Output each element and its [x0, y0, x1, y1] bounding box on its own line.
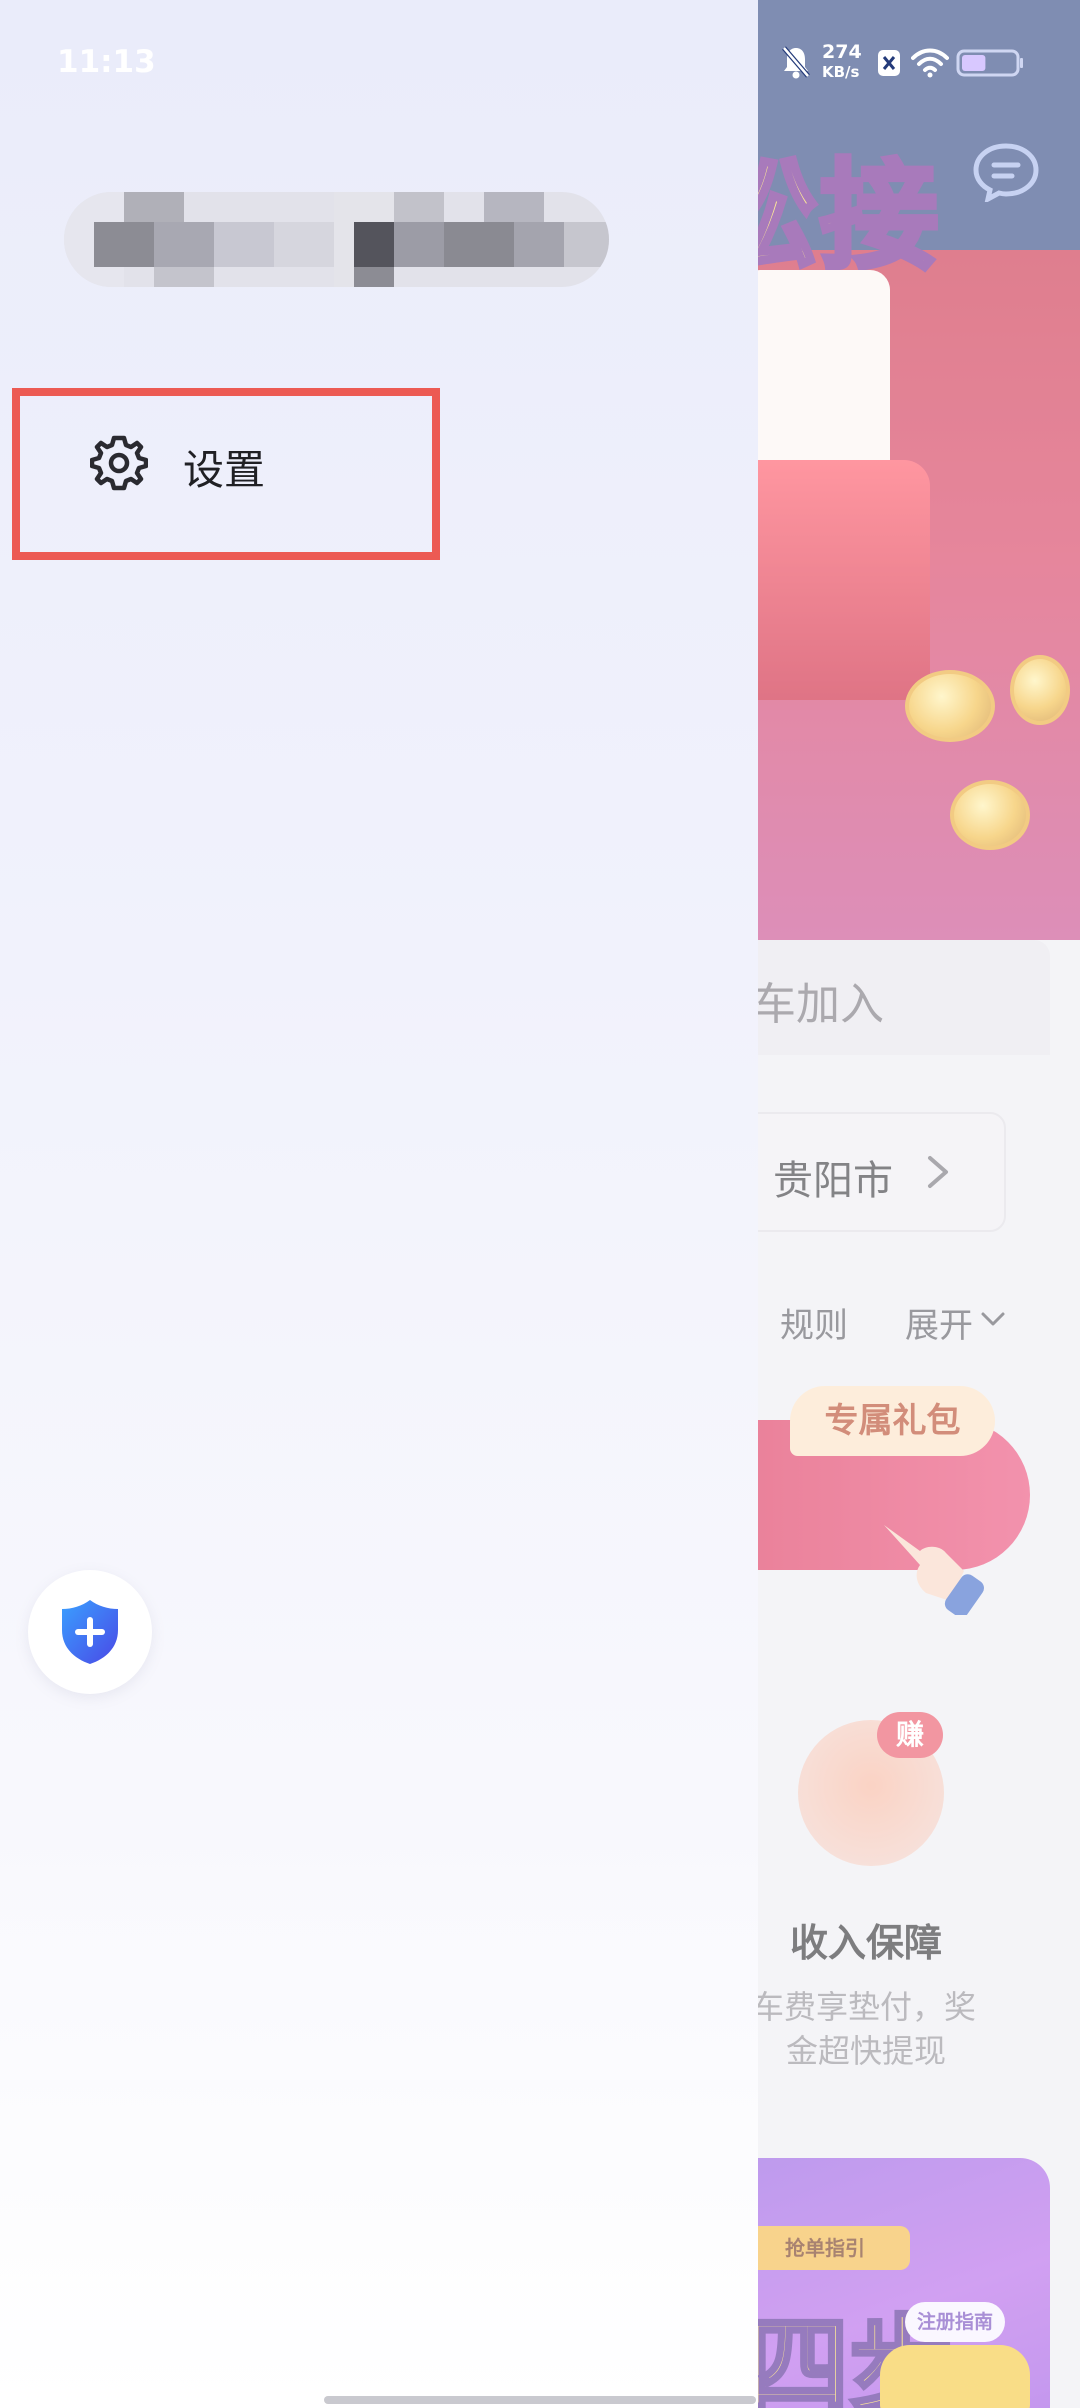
battery-icon — [956, 49, 1023, 77]
sim-x-icon — [878, 50, 900, 76]
status-time: 11:13 — [57, 44, 156, 80]
gear-icon — [90, 435, 148, 491]
navigation-drawer: 11:13 设置 — [0, 0, 758, 2408]
profile-name-blurred — [64, 192, 609, 287]
net-speed-unit: KB/s — [822, 63, 860, 81]
wifi-icon — [911, 48, 949, 78]
settings-menu-item[interactable]: 设置 — [12, 388, 440, 560]
net-speed-value: 274 — [822, 41, 862, 63]
home-indicator[interactable] — [324, 2396, 756, 2404]
security-shield-button[interactable] — [28, 1570, 152, 1694]
settings-label: 设置 — [183, 446, 265, 494]
bell-muted-icon — [782, 46, 810, 79]
shield-plus-icon — [62, 1600, 118, 1664]
